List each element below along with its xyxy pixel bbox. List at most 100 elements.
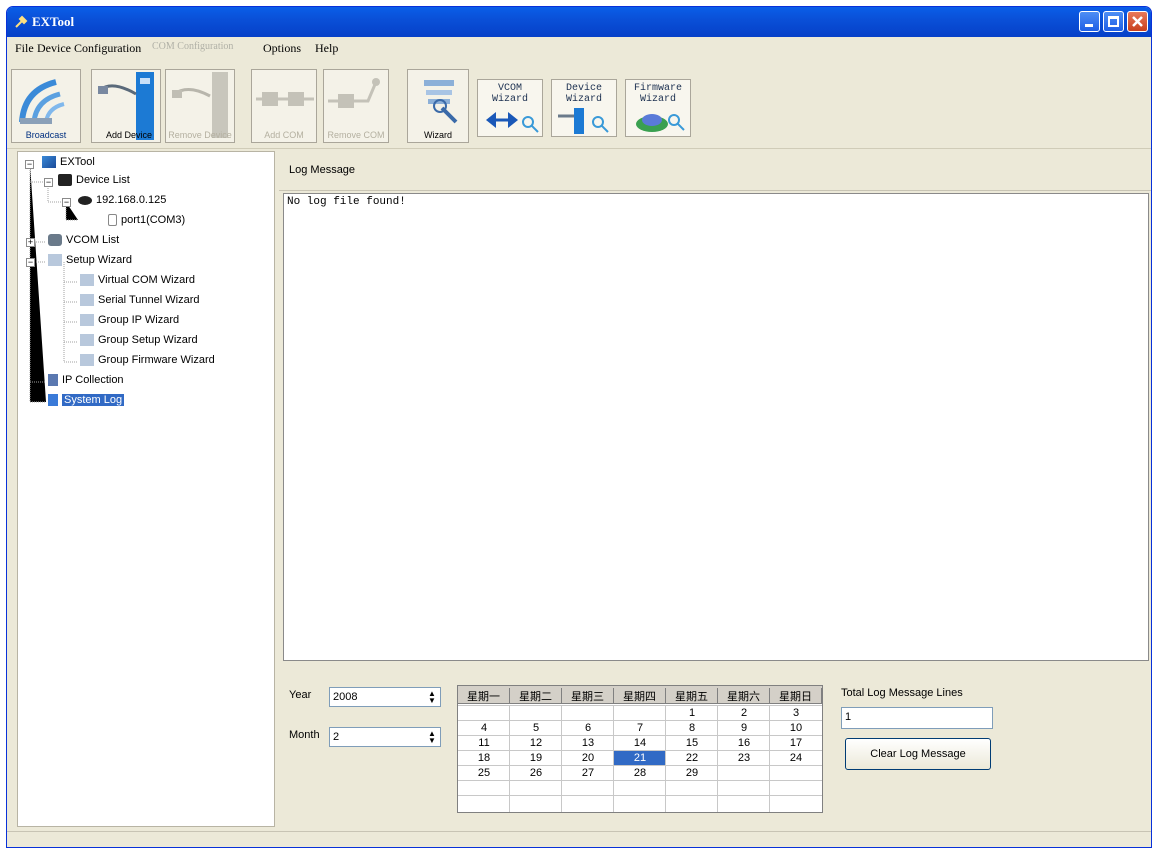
calendar-day[interactable]: 9: [718, 721, 770, 735]
calendar-day[interactable]: 12: [510, 736, 562, 750]
calendar-day[interactable]: [562, 706, 614, 720]
close-icon: [1132, 16, 1143, 27]
calendar-day[interactable]: 26: [510, 766, 562, 780]
calendar-grid[interactable]: 星期一 星期二 星期三 星期四 星期五 星期六 星期日 1 2 3 4 5 6 7 8 9 10 1…: [457, 685, 823, 813]
spinner-arrows-icon[interactable]: ▲ ▼: [426, 730, 438, 745]
spinner-arrows-icon[interactable]: ▲ ▼: [426, 690, 438, 705]
tree-root[interactable]: EXTool: [42, 156, 95, 169]
tree-vcom-list[interactable]: VCOM List: [48, 234, 119, 247]
remove-com-button[interactable]: Remove COM: [323, 69, 389, 143]
calendar-day[interactable]: 2: [718, 706, 770, 720]
calendar-grid-line: [458, 735, 822, 736]
close-button[interactable]: [1127, 11, 1148, 32]
calendar-day[interactable]: 13: [562, 736, 614, 750]
expand-ip[interactable]: −: [62, 198, 71, 207]
calendar-day[interactable]: 7: [614, 721, 666, 735]
calendar-day[interactable]: 29: [666, 766, 718, 780]
calendar-day[interactable]: 27: [562, 766, 614, 780]
calendar-day[interactable]: [718, 766, 770, 780]
vcom-wizard-label: VCOM Wizard: [491, 83, 528, 105]
maximize-button[interactable]: [1103, 11, 1124, 32]
tree-ip-collection[interactable]: IP Collection: [48, 374, 124, 387]
calendar-day[interactable]: 3: [770, 706, 822, 720]
calendar-day[interactable]: [510, 706, 562, 720]
weekday-header: 星期日: [770, 688, 822, 704]
calendar-grid-line: [717, 706, 718, 812]
firmware-wizard-label: Firmware Wizard: [633, 83, 682, 105]
calendar-day[interactable]: 20: [562, 751, 614, 765]
firmware-wizard-button[interactable]: Firmware Wizard: [625, 79, 691, 137]
clear-log-button[interactable]: Clear Log Message: [845, 738, 991, 770]
calendar-day[interactable]: 22: [666, 751, 718, 765]
calendar-day[interactable]: 14: [614, 736, 666, 750]
calendar-day[interactable]: 5: [510, 721, 562, 735]
wizard-icon: [424, 80, 458, 124]
menu-com-configuration[interactable]: COM Configuration: [152, 41, 233, 52]
log-textarea[interactable]: No log file found!: [283, 193, 1149, 661]
tree-wizard-item[interactable]: Group Setup Wizard: [80, 334, 198, 347]
calendar-day[interactable]: 25: [458, 766, 510, 780]
vcom-wizard-icon: [486, 112, 539, 133]
tree-device-list[interactable]: Device List: [58, 174, 130, 187]
menu-help[interactable]: Help: [315, 41, 338, 56]
log-panel: Log Message No log file found! Year 2008…: [279, 151, 1151, 831]
tree-wizard-item[interactable]: Group Firmware Wizard: [80, 354, 215, 367]
calendar-day[interactable]: 19: [510, 751, 562, 765]
expand-root[interactable]: −: [25, 160, 34, 169]
tree-device-ip[interactable]: 192.168.0.125: [78, 194, 166, 206]
expand-vcom-list[interactable]: +: [26, 238, 35, 247]
calendar-day[interactable]: 15: [666, 736, 718, 750]
year-spinner[interactable]: 2008 ▲ ▼: [329, 687, 441, 707]
device-wizard-label: Device Wizard: [565, 83, 602, 105]
calendar-day[interactable]: [770, 766, 822, 780]
remove-com-label: Remove COM: [327, 130, 385, 140]
log-content: No log file found!: [287, 196, 406, 208]
calendar-day[interactable]: 16: [718, 736, 770, 750]
calendar-day[interactable]: 4: [458, 721, 510, 735]
total-lines-value: 1: [845, 711, 852, 723]
minimize-button[interactable]: [1079, 11, 1100, 32]
calendar-day[interactable]: [614, 706, 666, 720]
calendar-grid-line: [509, 706, 510, 812]
add-device-button[interactable]: Add Device: [91, 69, 161, 143]
calendar-day[interactable]: 18: [458, 751, 510, 765]
calendar-day[interactable]: 10: [770, 721, 822, 735]
tree-wizard-item[interactable]: Virtual COM Wizard: [80, 274, 195, 287]
calendar-day[interactable]: 24: [770, 751, 822, 765]
tree-wizard-item[interactable]: Group IP Wizard: [80, 314, 179, 327]
menu-options[interactable]: Options: [263, 41, 301, 56]
calendar-day[interactable]: 17: [770, 736, 822, 750]
total-lines-field[interactable]: 1: [841, 707, 993, 729]
device-icon: [78, 195, 92, 205]
device-wizard-button[interactable]: Device Wizard: [551, 79, 617, 137]
wizard-button[interactable]: Wizard: [407, 69, 469, 143]
tree-port[interactable]: port1(COM3): [108, 214, 185, 227]
calendar-day[interactable]: 6: [562, 721, 614, 735]
add-com-button[interactable]: Add COM: [251, 69, 317, 143]
calendar-day[interactable]: [458, 706, 510, 720]
menu-device-configuration[interactable]: Device Configuration: [37, 41, 141, 56]
device-tree[interactable]: − EXTool − Device List − 192.168.0.125 p…: [17, 151, 275, 827]
calendar-day[interactable]: 11: [458, 736, 510, 750]
tree-ip-collection-label: IP Collection: [62, 374, 124, 386]
calendar-day[interactable]: 8: [666, 721, 718, 735]
ip-collection-icon: [48, 374, 58, 387]
tree-setup-wizard[interactable]: Setup Wizard: [48, 254, 132, 267]
vcom-wizard-button[interactable]: VCOM Wizard: [477, 79, 543, 137]
device-wizard-icon: [558, 108, 609, 134]
weekday-header: 星期一: [458, 688, 510, 704]
remove-device-button[interactable]: Remove Device: [165, 69, 235, 143]
expand-setup-wizard[interactable]: −: [26, 258, 35, 267]
tree-wizard-item-label: Serial Tunnel Wizard: [98, 294, 200, 306]
expand-device-list[interactable]: −: [44, 178, 53, 187]
calendar-day[interactable]: 23: [718, 751, 770, 765]
calendar-day[interactable]: 21: [614, 751, 666, 765]
menu-file[interactable]: File: [15, 41, 34, 56]
broadcast-button[interactable]: Broadcast: [11, 69, 81, 143]
calendar-day[interactable]: 28: [614, 766, 666, 780]
calendar-day[interactable]: 1: [666, 706, 718, 720]
tree-system-log[interactable]: System Log: [48, 394, 125, 407]
title-bar[interactable]: EXTool: [7, 7, 1151, 37]
month-spinner[interactable]: 2 ▲ ▼: [329, 727, 441, 747]
tree-wizard-item[interactable]: Serial Tunnel Wizard: [80, 294, 200, 307]
